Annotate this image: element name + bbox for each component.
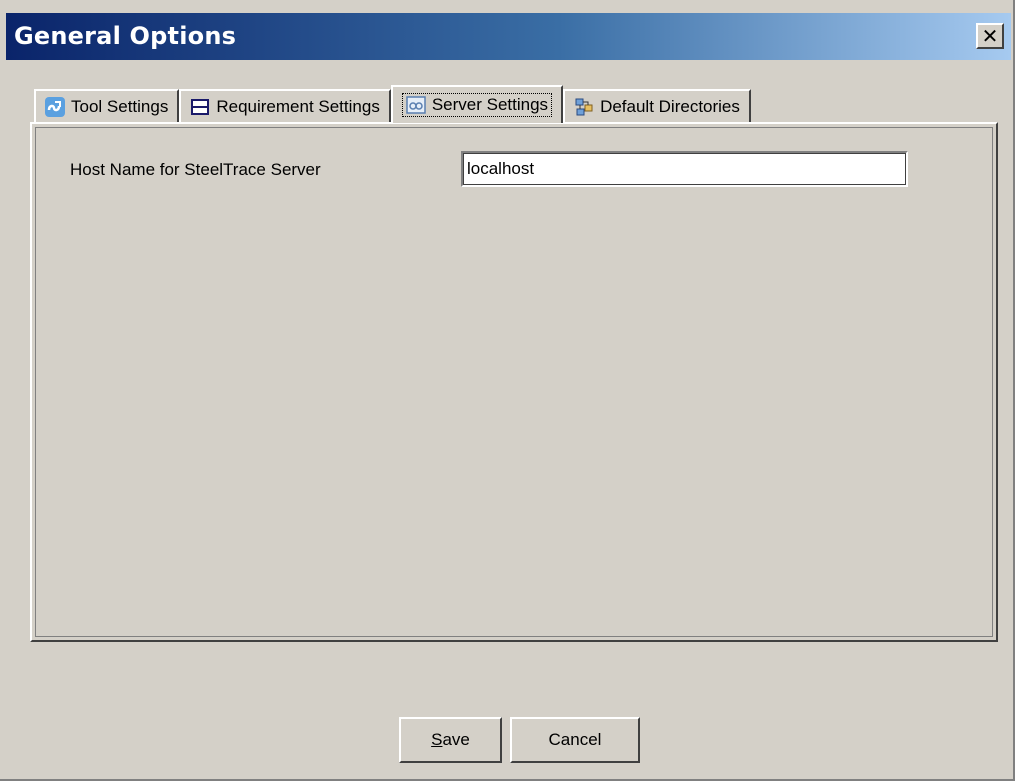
cancel-button[interactable]: Cancel xyxy=(510,717,640,763)
host-name-input[interactable] xyxy=(461,151,908,187)
title-bar[interactable]: General Options ✕ xyxy=(6,13,1011,60)
tab-label: Requirement Settings xyxy=(216,97,380,116)
tab-label: Server Settings xyxy=(431,95,549,114)
tab-requirement-settings[interactable]: Requirement Settings xyxy=(179,89,391,123)
general-options-dialog: General Options ✕ Tool Settings Requirem… xyxy=(0,0,1015,781)
focus-outline: Server Settings xyxy=(401,93,553,117)
dialog-title: General Options xyxy=(14,22,237,50)
tab-tool-settings[interactable]: Tool Settings xyxy=(34,89,180,123)
tool-settings-icon xyxy=(45,97,65,117)
save-mnemonic: S xyxy=(431,730,443,749)
save-button[interactable]: Save xyxy=(399,717,502,763)
cancel-label: Cancel xyxy=(548,730,602,749)
panel-inner-border xyxy=(35,127,993,637)
save-label: ave xyxy=(442,730,470,749)
requirement-settings-icon xyxy=(190,97,210,117)
tab-label: Tool Settings xyxy=(71,97,169,116)
host-name-label: Host Name for SteelTrace Server xyxy=(70,160,321,179)
tab-label: Default Directories xyxy=(600,97,740,116)
tab-strip: Tool Settings Requirement Settings Serve… xyxy=(34,85,751,123)
server-settings-panel: Host Name for SteelTrace Server xyxy=(30,122,998,642)
close-button[interactable]: ✕ xyxy=(976,23,1004,49)
server-settings-icon xyxy=(406,95,426,115)
tab-default-directories[interactable]: Default Directories xyxy=(563,89,751,123)
default-directories-icon xyxy=(574,97,594,117)
tab-server-settings[interactable]: Server Settings xyxy=(390,85,564,123)
close-icon: ✕ xyxy=(981,24,999,48)
